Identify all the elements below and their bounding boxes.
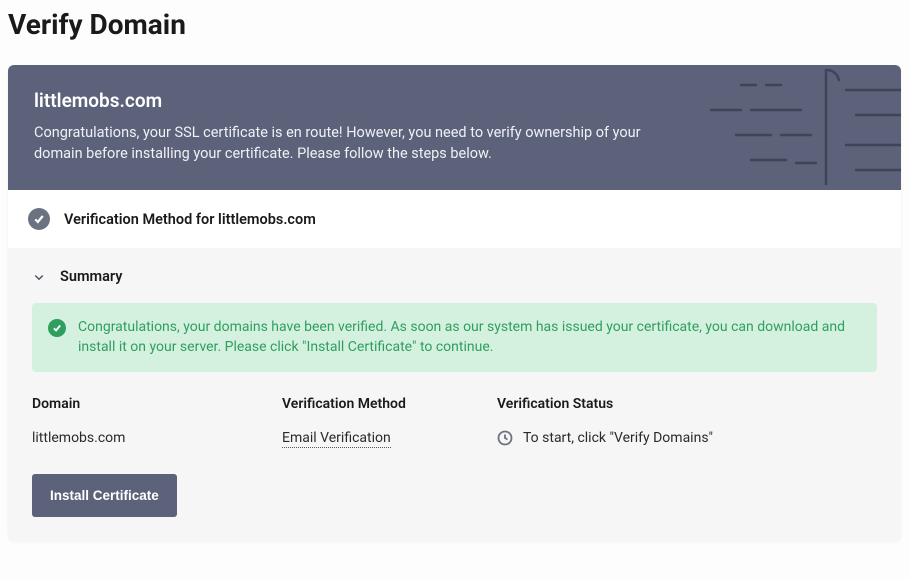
cell-method: Email Verification — [282, 430, 497, 446]
clock-icon — [497, 430, 513, 446]
domains-table: Domain Verification Method Verification … — [32, 396, 877, 474]
success-alert: Congratulations, your domains have been … — [32, 303, 877, 372]
status-text: To start, click "Verify Domains" — [523, 430, 713, 446]
chevron-down-icon — [32, 270, 46, 284]
certificate-decoration-icon — [681, 65, 901, 185]
verification-heading: Verification Method for littlemobs.com — [64, 211, 316, 228]
table-row: littlemobs.com Email Verification To sta… — [32, 430, 877, 474]
success-message: Congratulations, your domains have been … — [78, 317, 861, 358]
page-title: Verify Domain — [8, 8, 901, 41]
banner-message: Congratulations, your SSL certificate is… — [34, 122, 654, 164]
summary-section: Summary Congratulations, your domains ha… — [8, 248, 901, 541]
cell-domain: littlemobs.com — [32, 430, 282, 446]
table-header-row: Domain Verification Method Verification … — [32, 396, 877, 430]
summary-title: Summary — [60, 268, 122, 285]
banner-domain-name: littlemobs.com — [34, 89, 875, 112]
cell-status: To start, click "Verify Domains" — [497, 430, 877, 446]
check-circle-icon — [28, 208, 50, 230]
header-domain: Domain — [32, 396, 282, 412]
header-status: Verification Status — [497, 396, 877, 412]
install-certificate-button[interactable]: Install Certificate — [32, 474, 177, 517]
verify-domain-card: littlemobs.com Congratulations, your SSL… — [8, 65, 901, 541]
verification-method-section: Verification Method for littlemobs.com — [8, 190, 901, 248]
success-check-icon — [48, 319, 66, 337]
summary-header[interactable]: Summary — [32, 268, 877, 285]
domain-banner: littlemobs.com Congratulations, your SSL… — [8, 65, 901, 190]
verification-method-link[interactable]: Email Verification — [282, 430, 391, 448]
header-method: Verification Method — [282, 396, 497, 412]
